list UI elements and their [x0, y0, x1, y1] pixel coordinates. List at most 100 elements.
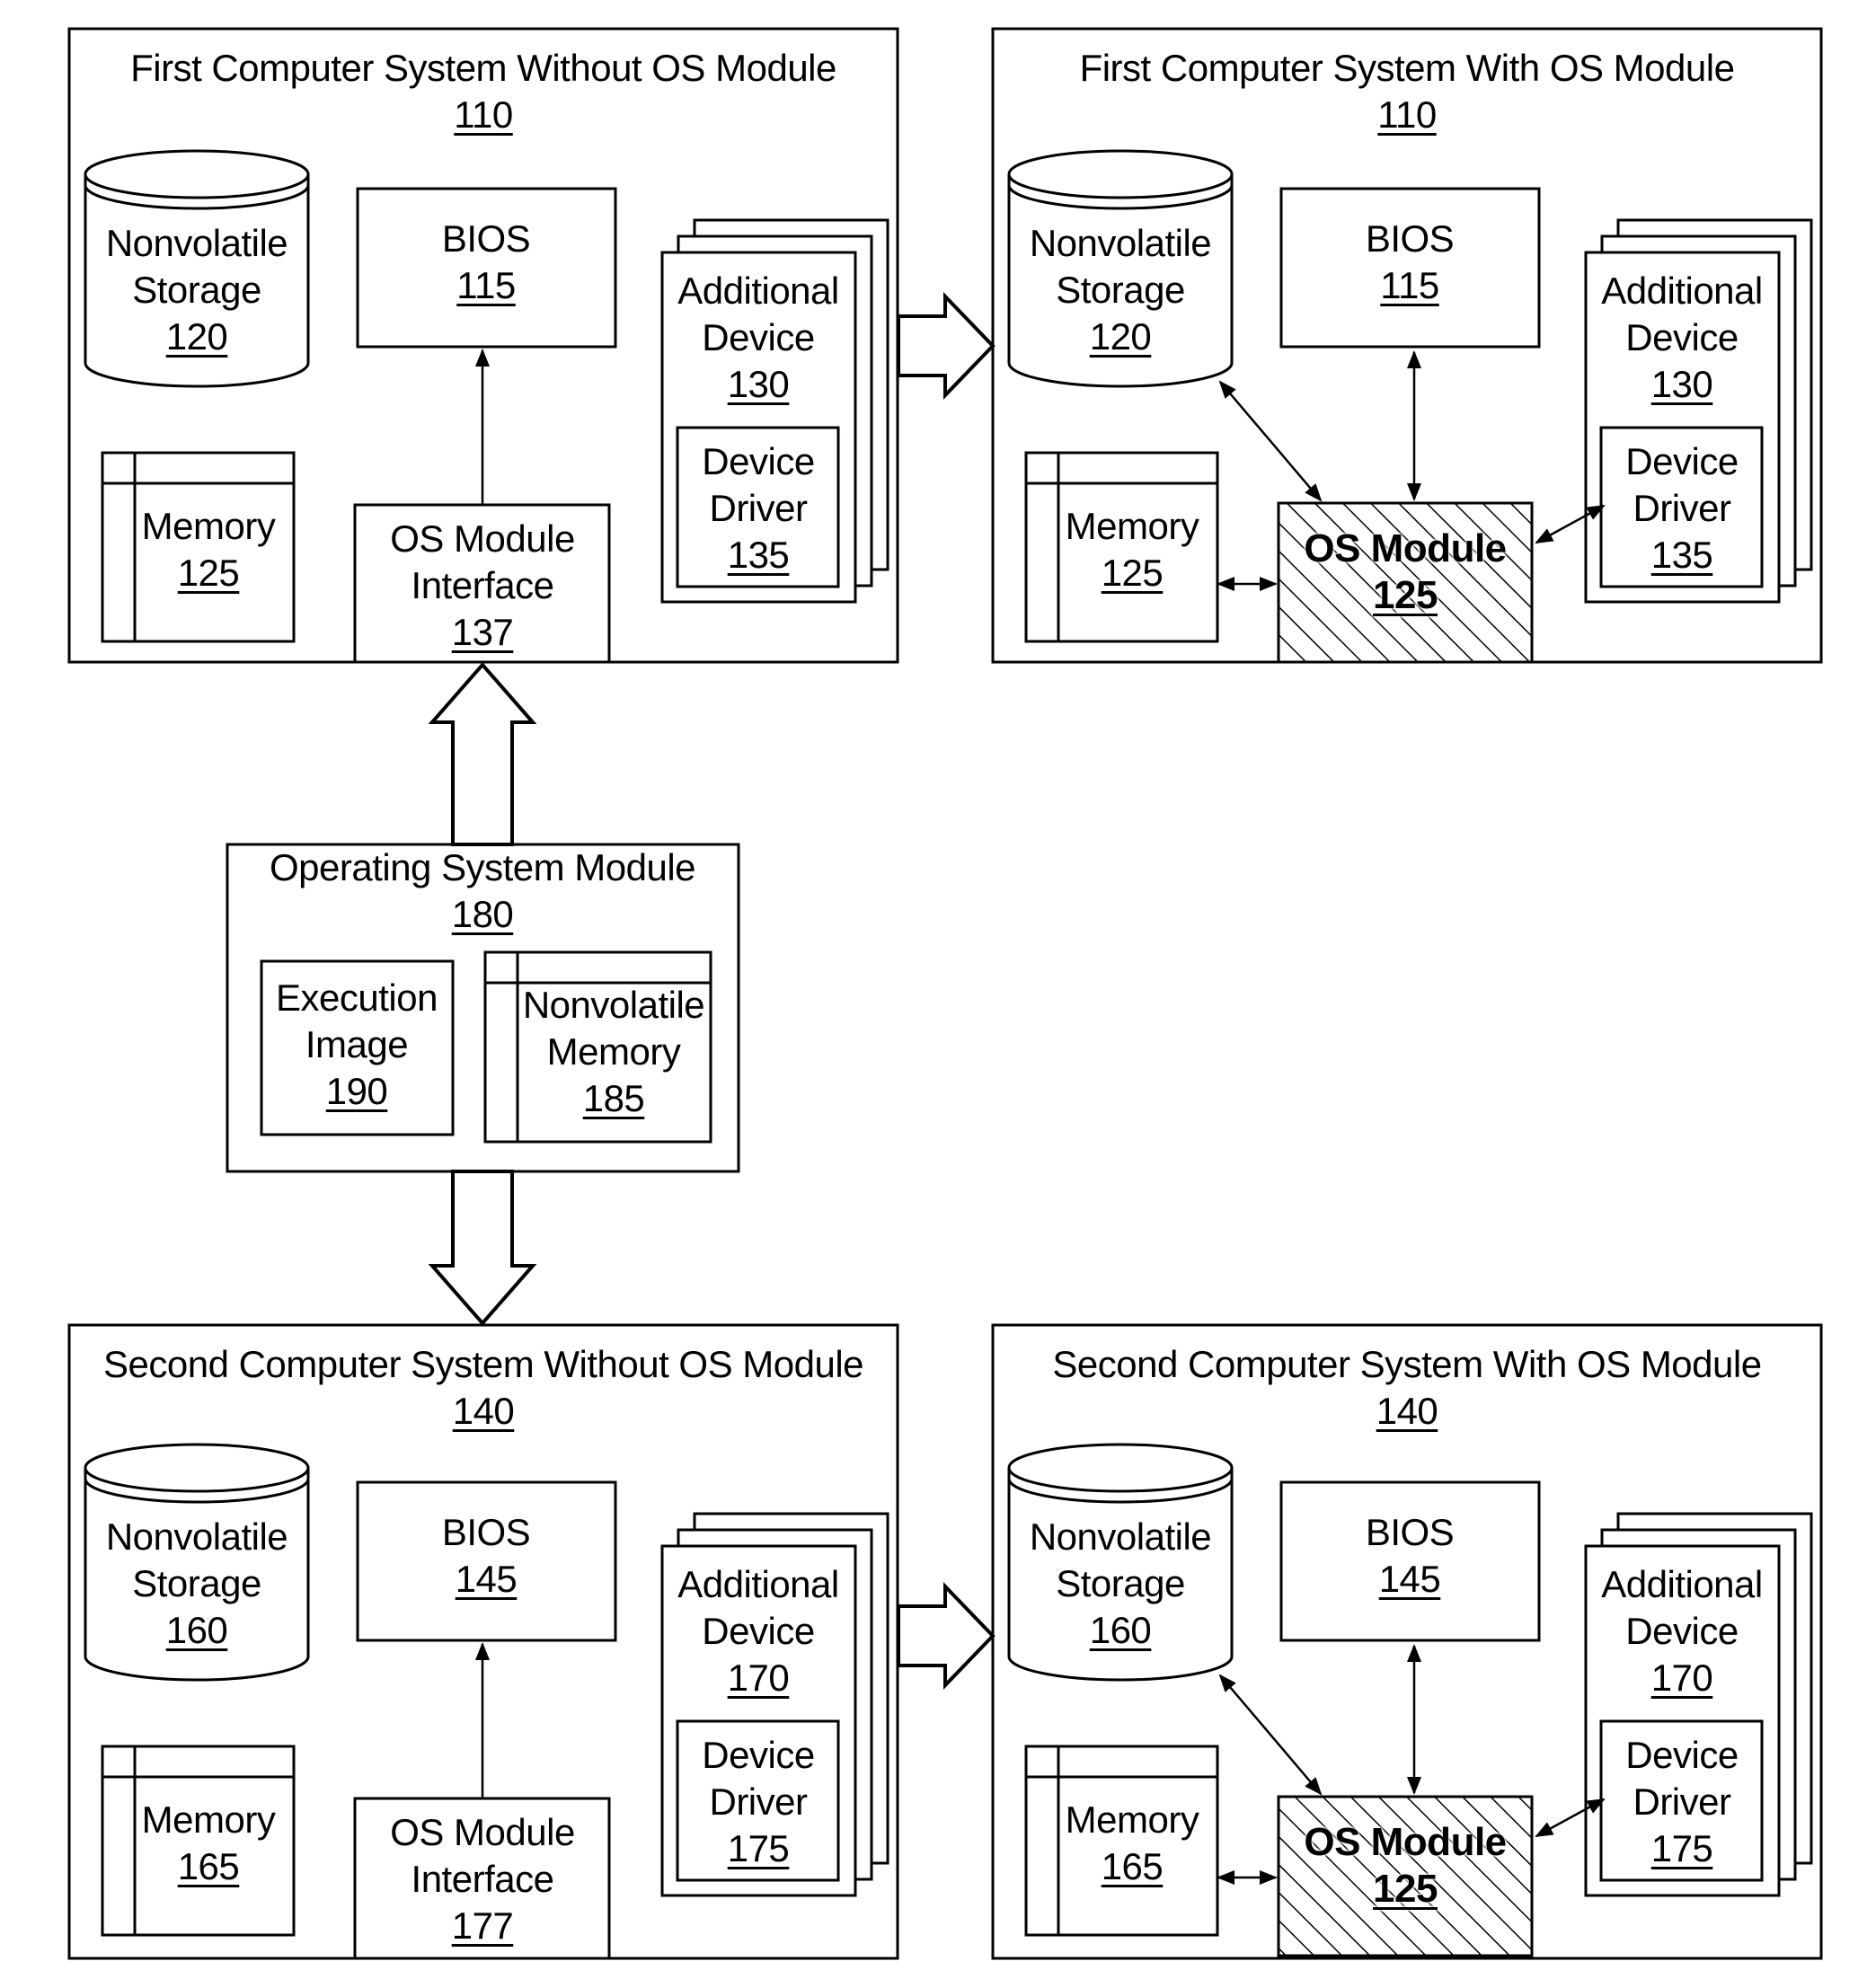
second-without-title-reference-number: 140 [452, 1390, 515, 1432]
patent-figure: First Computer System Without OS Module 1… [0, 0, 1876, 1988]
second-without-driver-label-reference-number: 175 [727, 1827, 790, 1869]
second-with-memory-label-reference-number: 165 [1101, 1845, 1164, 1887]
second-without-storage-label-text: Nonvolatile [105, 1515, 288, 1558]
os-module-to-second-system-arrow [428, 1170, 537, 1327]
second-with-device-label-reference-number: 170 [1650, 1657, 1713, 1699]
second-with-storage-label: Nonvolatile Storage 160 [1029, 1514, 1212, 1654]
first-without-storage-label-text: Nonvolatile [105, 222, 288, 264]
first-with-driver-label-reference-number: 135 [1650, 534, 1713, 576]
first-without-os-interface-label-text: Interface [411, 564, 554, 606]
second-with-title: Second Computer System With OS Module 140 [1052, 1341, 1762, 1435]
second-without-bios-label-text: BIOS [441, 1511, 531, 1553]
second-without-storage-label: Nonvolatile Storage 160 [106, 1514, 288, 1654]
second-without-driver-label: Device Driver 175 [702, 1732, 815, 1872]
second-with-bios-label: BIOS 145 [1365, 1509, 1455, 1603]
first-system-transition-arrow [897, 292, 996, 400]
nonvolatile-memory-label-text: Memory [546, 1030, 681, 1073]
second-with-driver-label-text: Driver [1633, 1780, 1731, 1823]
second-with-device-label-text: Device [1625, 1610, 1739, 1652]
second-with-os-module-label-reference-number: 125 [1373, 1867, 1438, 1911]
second-without-os-interface-label-text: Interface [411, 1858, 554, 1900]
second-without-storage-label-text: Storage [132, 1562, 261, 1604]
second-without-memory-label: Memory 165 [142, 1797, 276, 1890]
first-without-os-interface-label: OS Module Interface 137 [390, 516, 575, 656]
first-with-memory-label-reference-number: 125 [1101, 552, 1164, 594]
first-with-os-module-label-text: OS Module [1304, 526, 1507, 570]
first-without-storage-label-reference-number: 120 [165, 315, 228, 358]
second-without-bios-label-reference-number: 145 [455, 1558, 518, 1600]
second-with-os-module-label: OS Module 125 [1304, 1819, 1507, 1913]
first-with-bios-label: BIOS 115 [1366, 216, 1455, 309]
second-without-storage-label-reference-number: 160 [165, 1609, 228, 1651]
execution-image-label-text: Image [305, 1023, 409, 1065]
nonvolatile-memory-label: Nonvolatile Memory 185 [522, 982, 705, 1122]
first-without-storage-cylinder-top [84, 149, 310, 199]
first-with-storage-label-reference-number: 120 [1089, 315, 1152, 358]
second-with-storage-label-reference-number: 160 [1089, 1609, 1152, 1651]
first-without-device-label-text: Additional [677, 269, 839, 312]
operating-system-module-title-text: Operating System Module [269, 846, 696, 888]
operating-system-module-title: Operating System Module 180 [269, 844, 696, 938]
second-without-device-label-text: Device [702, 1610, 815, 1652]
second-without-bios-label: BIOS 145 [441, 1509, 531, 1603]
first-with-driver-label-text: Driver [1633, 487, 1731, 529]
first-without-bios-label: BIOS 115 [441, 216, 531, 309]
second-system-transition-arrow [897, 1582, 996, 1690]
nonvolatile-memory-label-text: Nonvolatile [522, 984, 705, 1026]
first-with-storage-label-text: Storage [1056, 269, 1185, 311]
first-with-title-text: First Computer System With OS Module [1079, 47, 1735, 89]
first-without-title-reference-number: 110 [454, 93, 513, 136]
second-without-driver-label-text: Driver [709, 1780, 808, 1823]
second-with-driver-label-reference-number: 175 [1650, 1827, 1713, 1869]
second-with-storage-label-text: Storage [1056, 1562, 1185, 1604]
operating-system-module-reference-number: 180 [451, 893, 514, 935]
second-with-bios-label-reference-number: 145 [1378, 1558, 1441, 1600]
second-without-device-label-text: Additional [677, 1563, 839, 1605]
second-without-title: Second Computer System Without OS Module… [102, 1341, 864, 1435]
first-with-device-label: Additional Device 130 [1601, 268, 1763, 408]
first-with-driver-label: Device Driver 135 [1625, 438, 1739, 579]
first-without-bios-label-text: BIOS [441, 217, 531, 260]
first-with-storage-cylinder-top [1007, 149, 1234, 199]
second-with-device-label-text: Additional [1601, 1563, 1763, 1605]
first-without-memory-label: Memory 125 [142, 503, 276, 596]
second-with-storage-cylinder-top [1007, 1443, 1234, 1493]
first-with-memory-label: Memory 125 [1066, 503, 1199, 596]
nonvolatile-memory-label-reference-number: 185 [582, 1077, 645, 1119]
second-with-storage-label-text: Nonvolatile [1029, 1515, 1212, 1558]
first-with-storage-label-text: Nonvolatile [1029, 222, 1212, 264]
second-without-memory-label-text: Memory [141, 1798, 276, 1841]
second-with-memory-label: Memory 165 [1066, 1797, 1199, 1890]
first-with-storage-label: Nonvolatile Storage 120 [1029, 220, 1212, 360]
first-with-title-reference-number: 110 [1377, 93, 1437, 136]
second-without-device-label-reference-number: 170 [727, 1657, 790, 1699]
first-with-device-label-reference-number: 130 [1650, 363, 1713, 405]
first-without-driver-label-text: Device [702, 440, 815, 482]
second-without-driver-label-text: Device [702, 1734, 815, 1776]
execution-image-label-text: Execution [276, 976, 438, 1019]
first-without-title: First Computer System Without OS Module 1… [130, 45, 836, 138]
os-module-to-first-system-arrow [428, 661, 537, 846]
second-with-driver-label: Device Driver 175 [1625, 1732, 1739, 1872]
second-without-device-label: Additional Device 170 [677, 1561, 839, 1701]
second-with-os-module-label-text: OS Module [1304, 1820, 1507, 1864]
first-without-driver-label-text: Driver [709, 487, 808, 529]
first-without-title-text: First Computer System Without OS Module [130, 47, 836, 89]
second-with-memory-label-text: Memory [1065, 1798, 1199, 1841]
first-without-memory-label-text: Memory [141, 505, 276, 547]
second-without-memory-label-reference-number: 165 [177, 1845, 240, 1887]
second-with-device-label: Additional Device 170 [1601, 1561, 1763, 1701]
execution-image-label: Execution Image 190 [276, 975, 438, 1115]
first-without-storage-label-text: Storage [132, 269, 261, 311]
second-without-os-interface-label-text: OS Module [390, 1811, 575, 1853]
second-without-title-text: Second Computer System Without OS Module [102, 1343, 864, 1385]
first-without-os-interface-label-text: OS Module [390, 517, 575, 560]
second-with-bios-label-text: BIOS [1365, 1511, 1455, 1553]
first-without-device-label-reference-number: 130 [727, 363, 790, 405]
second-without-os-interface-label: OS Module Interface 177 [390, 1809, 575, 1949]
first-with-os-module-label: OS Module 125 [1304, 526, 1507, 619]
second-with-title-reference-number: 140 [1376, 1390, 1438, 1432]
second-with-driver-label-text: Device [1625, 1734, 1739, 1776]
first-without-storage-label: Nonvolatile Storage 120 [106, 220, 288, 360]
first-without-device-label: Additional Device 130 [677, 268, 839, 408]
